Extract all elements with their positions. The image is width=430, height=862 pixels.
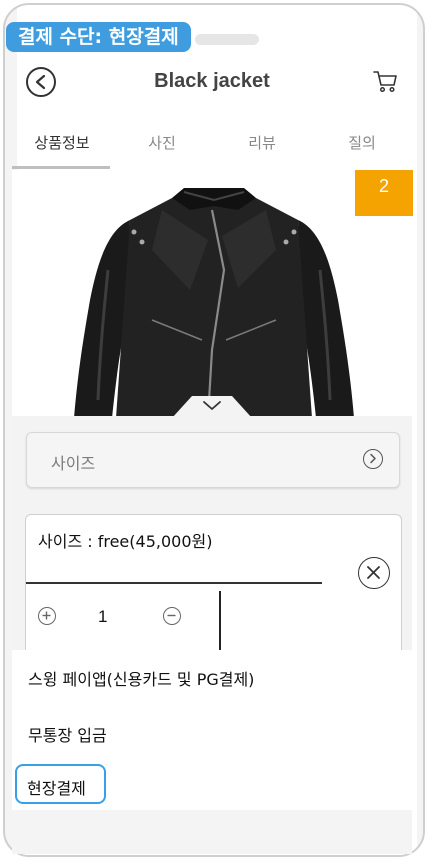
plus-icon [42,611,51,620]
size-select-label: 사이즈 [51,454,96,473]
tab-photos[interactable]: 사진 [112,132,212,153]
tab-questions[interactable]: 질의 [312,132,412,153]
jacket-illustration [74,188,354,418]
speaker-slot [195,34,259,45]
selected-option-text: 사이즈 : free(45,000원) [38,532,213,551]
decrease-quantity-button[interactable] [163,607,181,625]
increase-quantity-button[interactable] [38,607,56,625]
cart-button[interactable] [372,68,398,99]
quantity-value: 1 [98,607,108,626]
remove-option-button[interactable] [358,557,390,589]
bottom-spacer [12,810,412,854]
cart-icon [373,71,397,93]
tab-reviews[interactable]: 리뷰 [212,132,312,153]
payment-bank-transfer[interactable]: 무통장 입금 [28,722,107,746]
payment-caption: 결제 수단: 현장결제 [6,22,191,52]
image-count-badge: 2 [355,170,413,216]
header: Black jacket [12,60,412,110]
payment-swing-payapp[interactable]: 스윙 페이앱(신용카드 및 PG결제) [28,666,254,690]
close-icon [367,566,380,579]
payment-on-site-selected[interactable]: 현장결제 [15,764,106,804]
product-image[interactable] [12,170,412,418]
chevron-right-circle-icon [363,449,383,469]
collapse-toggle[interactable] [172,394,252,418]
tab-active-indicator [12,166,110,169]
minus-icon [167,614,176,617]
size-select[interactable]: 사이즈 [26,432,400,488]
tab-product-info[interactable]: 상품정보 [12,132,112,153]
quantity-divider [219,591,221,651]
page-title: Black jacket [154,70,270,92]
selected-option-card: 사이즈 : free(45,000원) 1 [25,514,402,651]
divider [26,582,322,584]
chevron-down-icon [172,396,252,418]
payment-on-site-label: 현장결제 [27,779,86,798]
tab-bar: 상품정보 사진 리뷰 질의 [12,122,412,170]
